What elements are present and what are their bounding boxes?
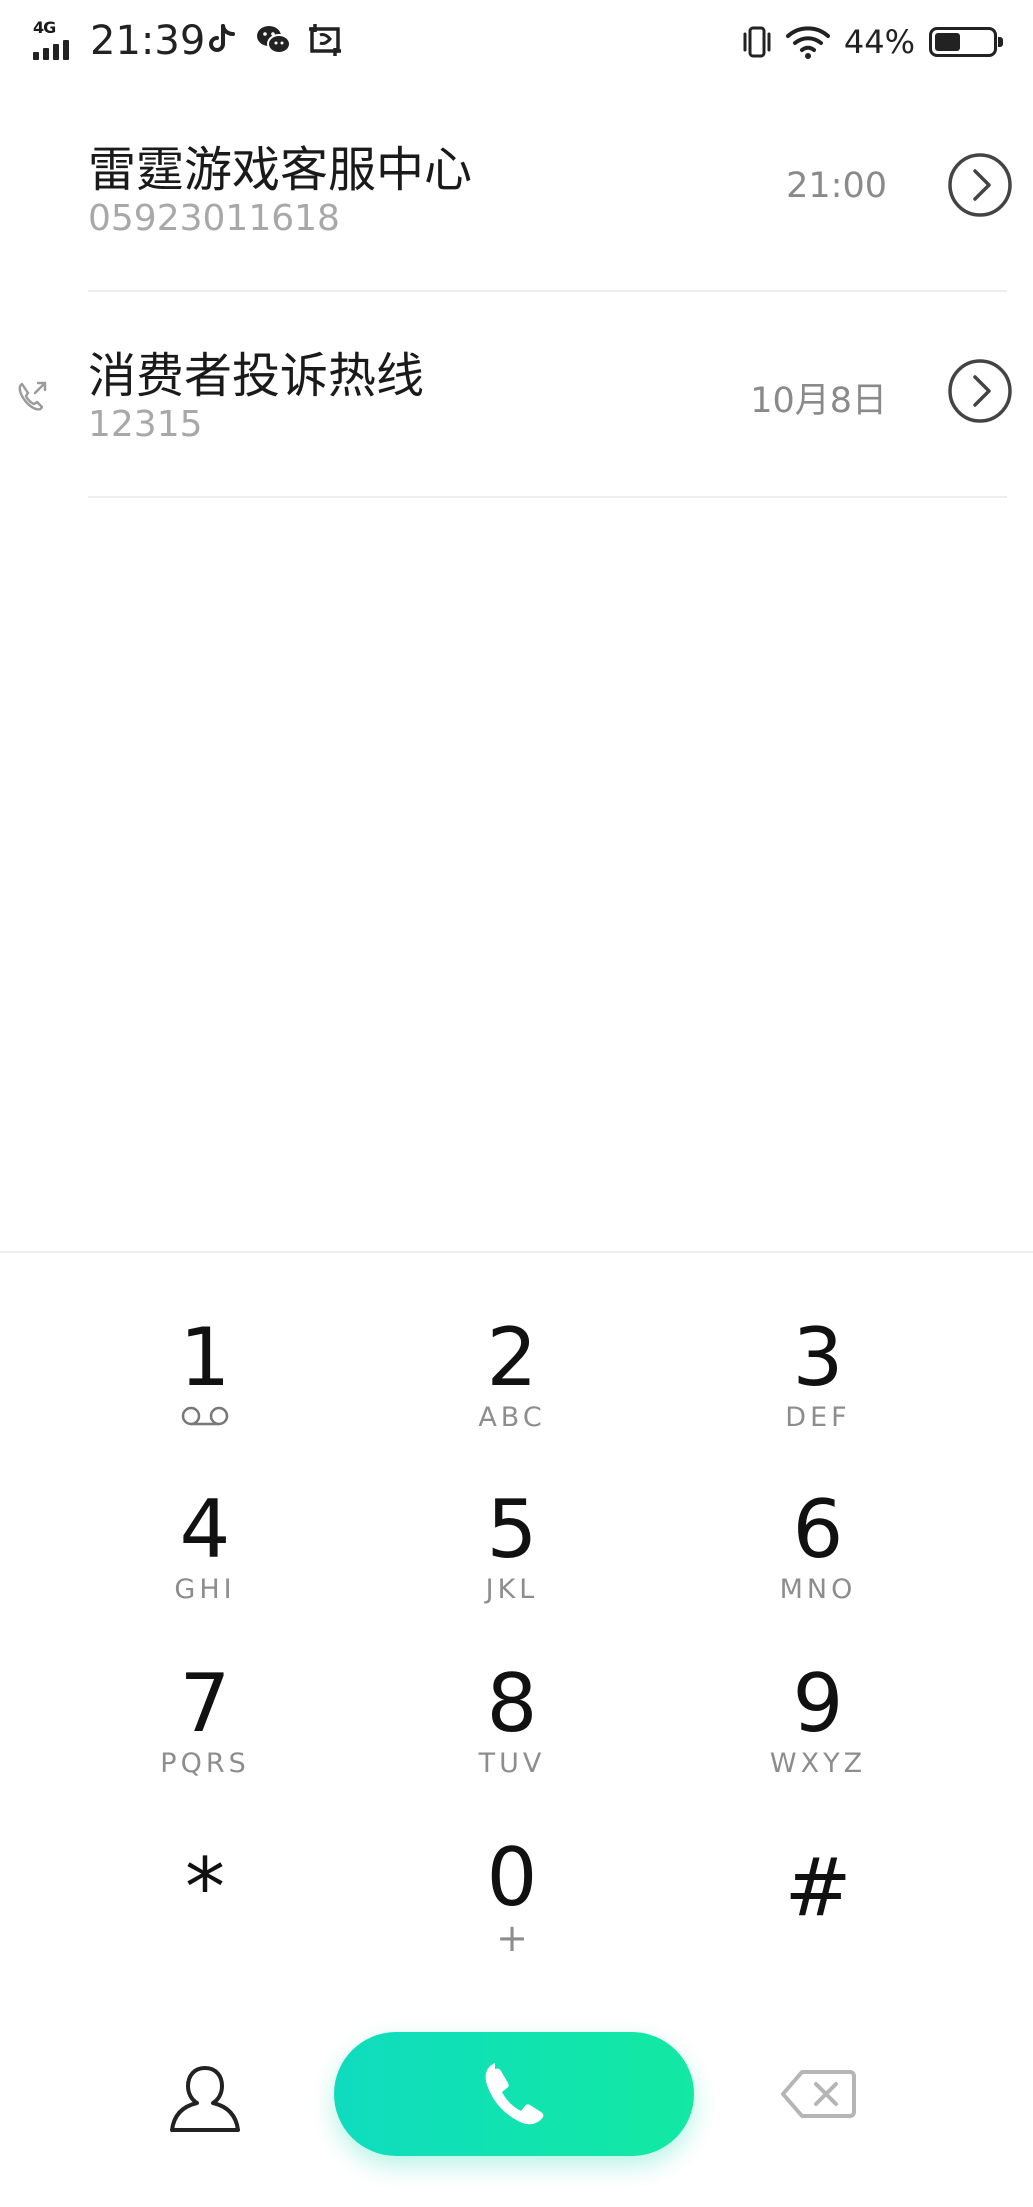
key-digit: *: [185, 1841, 225, 1934]
key-letters: TUV: [478, 1748, 546, 1779]
dial-key-6[interactable]: 6 MNO: [718, 1485, 918, 1645]
key-letters: GHI: [174, 1574, 236, 1605]
voicemail-icon: [181, 1406, 229, 1426]
dial-key-hash[interactable]: #: [718, 1833, 918, 1993]
key-letters: +: [496, 1916, 528, 1960]
key-digit: 4: [179, 1483, 231, 1576]
wechat-icon: [257, 26, 291, 54]
phone-icon: [485, 2063, 544, 2125]
key-letters: ABC: [478, 1402, 546, 1433]
dial-key-7[interactable]: 7 PQRS: [105, 1659, 305, 1819]
dial-key-1[interactable]: 1: [105, 1313, 305, 1473]
key-digit: 1: [179, 1311, 231, 1404]
key-digit: 9: [792, 1657, 844, 1750]
call-contact-name: 消费者投诉热线: [88, 348, 425, 404]
dial-key-4[interactable]: 4 GHI: [105, 1485, 305, 1645]
dial-key-9[interactable]: 9 WXYZ: [718, 1659, 918, 1819]
call-log-item[interactable]: 消费者投诉热线 12315 10月8日: [0, 292, 1033, 498]
key-letters: PQRS: [160, 1748, 250, 1779]
vibrate-icon: [743, 26, 771, 58]
notification-icons: [203, 22, 343, 58]
key-digit: 8: [486, 1657, 538, 1750]
dial-key-0[interactable]: 0 +: [412, 1833, 612, 1993]
status-time: 21:39: [90, 18, 206, 64]
dialer-actions: [0, 2024, 1033, 2164]
call-log-list: 雷霆游戏客服中心 05923011618 21:00 消费者投诉热线 12315…: [0, 86, 1033, 498]
call-time: 10月8日: [750, 381, 887, 421]
screenshot-icon: [309, 24, 341, 56]
dial-key-star[interactable]: *: [105, 1833, 305, 1993]
network-type: 4G: [33, 18, 56, 37]
call-time: 21:00: [786, 166, 887, 206]
call-button[interactable]: [334, 2032, 694, 2156]
key-digit: #: [784, 1841, 852, 1934]
chevron-right-circle-icon[interactable]: [947, 358, 1013, 424]
call-log-item[interactable]: 雷霆游戏客服中心 05923011618 21:00: [0, 86, 1033, 292]
key-digit: 3: [792, 1311, 844, 1404]
battery-fill: [935, 33, 960, 51]
cellular-signal-icon: 4G: [33, 18, 79, 62]
key-digit: 6: [792, 1483, 844, 1576]
dial-key-5[interactable]: 5 JKL: [412, 1485, 612, 1645]
key-digit: 0: [486, 1831, 538, 1924]
status-bar: 4G 21:39 44%: [0, 0, 1033, 86]
key-digit: 7: [179, 1657, 231, 1750]
call-contact-name: 雷霆游戏客服中心: [88, 142, 473, 198]
key-digit: 2: [486, 1311, 538, 1404]
key-letters: WXYZ: [769, 1748, 867, 1779]
key-letters: DEF: [785, 1402, 851, 1433]
key-letters: MNO: [779, 1574, 857, 1605]
person-icon[interactable]: [165, 2060, 245, 2140]
status-right: 44%: [742, 20, 1003, 64]
battery-percent: 44%: [843, 23, 915, 61]
outgoing-call-icon: [18, 381, 47, 411]
chevron-right-circle-icon[interactable]: [947, 152, 1013, 218]
key-letters: JKL: [485, 1574, 539, 1605]
key-digit: 5: [486, 1483, 538, 1576]
dial-key-8[interactable]: 8 TUV: [412, 1659, 612, 1819]
call-phone-number: 12315: [88, 404, 203, 445]
tiktok-icon: [209, 24, 235, 52]
call-phone-number: 05923011618: [88, 198, 340, 239]
dial-key-3[interactable]: 3 DEF: [718, 1313, 918, 1473]
dial-key-2[interactable]: 2 ABC: [412, 1313, 612, 1473]
backspace-icon[interactable]: [780, 2068, 856, 2120]
wifi-icon: [785, 26, 830, 59]
battery-icon: [929, 27, 1003, 57]
